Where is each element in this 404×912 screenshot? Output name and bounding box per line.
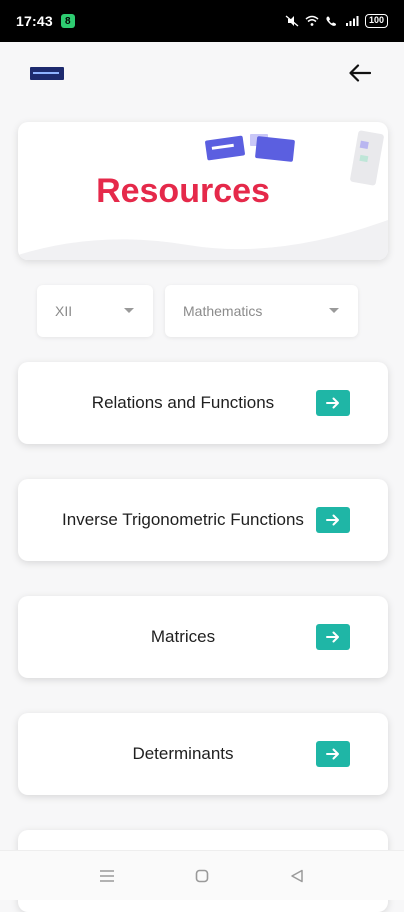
arrow-left-icon bbox=[349, 64, 371, 82]
chapter-label: Determinants bbox=[18, 744, 348, 764]
open-chapter-button[interactable] bbox=[316, 507, 350, 533]
chevron-down-icon bbox=[328, 307, 340, 315]
call-icon bbox=[325, 15, 339, 27]
banner-wave-decoration bbox=[18, 210, 388, 260]
subject-select-value: Mathematics bbox=[183, 303, 262, 319]
app-bar bbox=[0, 42, 404, 104]
filter-row: XII Mathematics bbox=[37, 285, 358, 337]
arrow-right-icon bbox=[326, 631, 340, 643]
chevron-down-icon bbox=[123, 307, 135, 315]
chapter-label: Matrices bbox=[18, 627, 348, 647]
signal-icon bbox=[345, 15, 359, 27]
chapter-card[interactable]: Inverse Trigonometric Functions bbox=[18, 479, 388, 561]
back-button[interactable] bbox=[346, 59, 374, 87]
chapter-label: Inverse Trigonometric Functions bbox=[18, 510, 348, 530]
home-nav-button[interactable] bbox=[190, 864, 214, 888]
mute-icon bbox=[285, 15, 299, 27]
notification-badge: 8 bbox=[61, 14, 75, 28]
chapter-card[interactable]: Relations and Functions bbox=[18, 362, 388, 444]
class-select-value: XII bbox=[55, 303, 72, 319]
back-nav-button[interactable] bbox=[285, 864, 309, 888]
resources-banner: Resources bbox=[18, 122, 388, 260]
status-time: 17:43 bbox=[16, 13, 53, 29]
status-bar: 17:43 8 100 bbox=[0, 0, 404, 42]
open-chapter-button[interactable] bbox=[316, 624, 350, 650]
arrow-right-icon bbox=[326, 514, 340, 526]
home-square-icon bbox=[195, 869, 209, 883]
subject-select[interactable]: Mathematics bbox=[165, 285, 358, 337]
chapter-card[interactable]: Determinants bbox=[18, 713, 388, 795]
chapter-label: Relations and Functions bbox=[18, 393, 348, 413]
class-select[interactable]: XII bbox=[37, 285, 153, 337]
battery-indicator: 100 bbox=[365, 14, 388, 28]
arrow-right-icon bbox=[326, 748, 340, 760]
app-logo bbox=[30, 67, 64, 80]
open-chapter-button[interactable] bbox=[316, 741, 350, 767]
status-icons: 100 bbox=[285, 14, 388, 28]
chapter-card[interactable]: Matrices bbox=[18, 596, 388, 678]
menu-nav-button[interactable] bbox=[95, 864, 119, 888]
page-title: Resources bbox=[18, 172, 348, 211]
system-nav-bar bbox=[0, 850, 404, 900]
arrow-right-icon bbox=[326, 397, 340, 409]
wifi-icon bbox=[305, 15, 319, 27]
open-chapter-button[interactable] bbox=[316, 390, 350, 416]
menu-icon bbox=[99, 869, 115, 883]
back-triangle-icon bbox=[290, 869, 304, 883]
